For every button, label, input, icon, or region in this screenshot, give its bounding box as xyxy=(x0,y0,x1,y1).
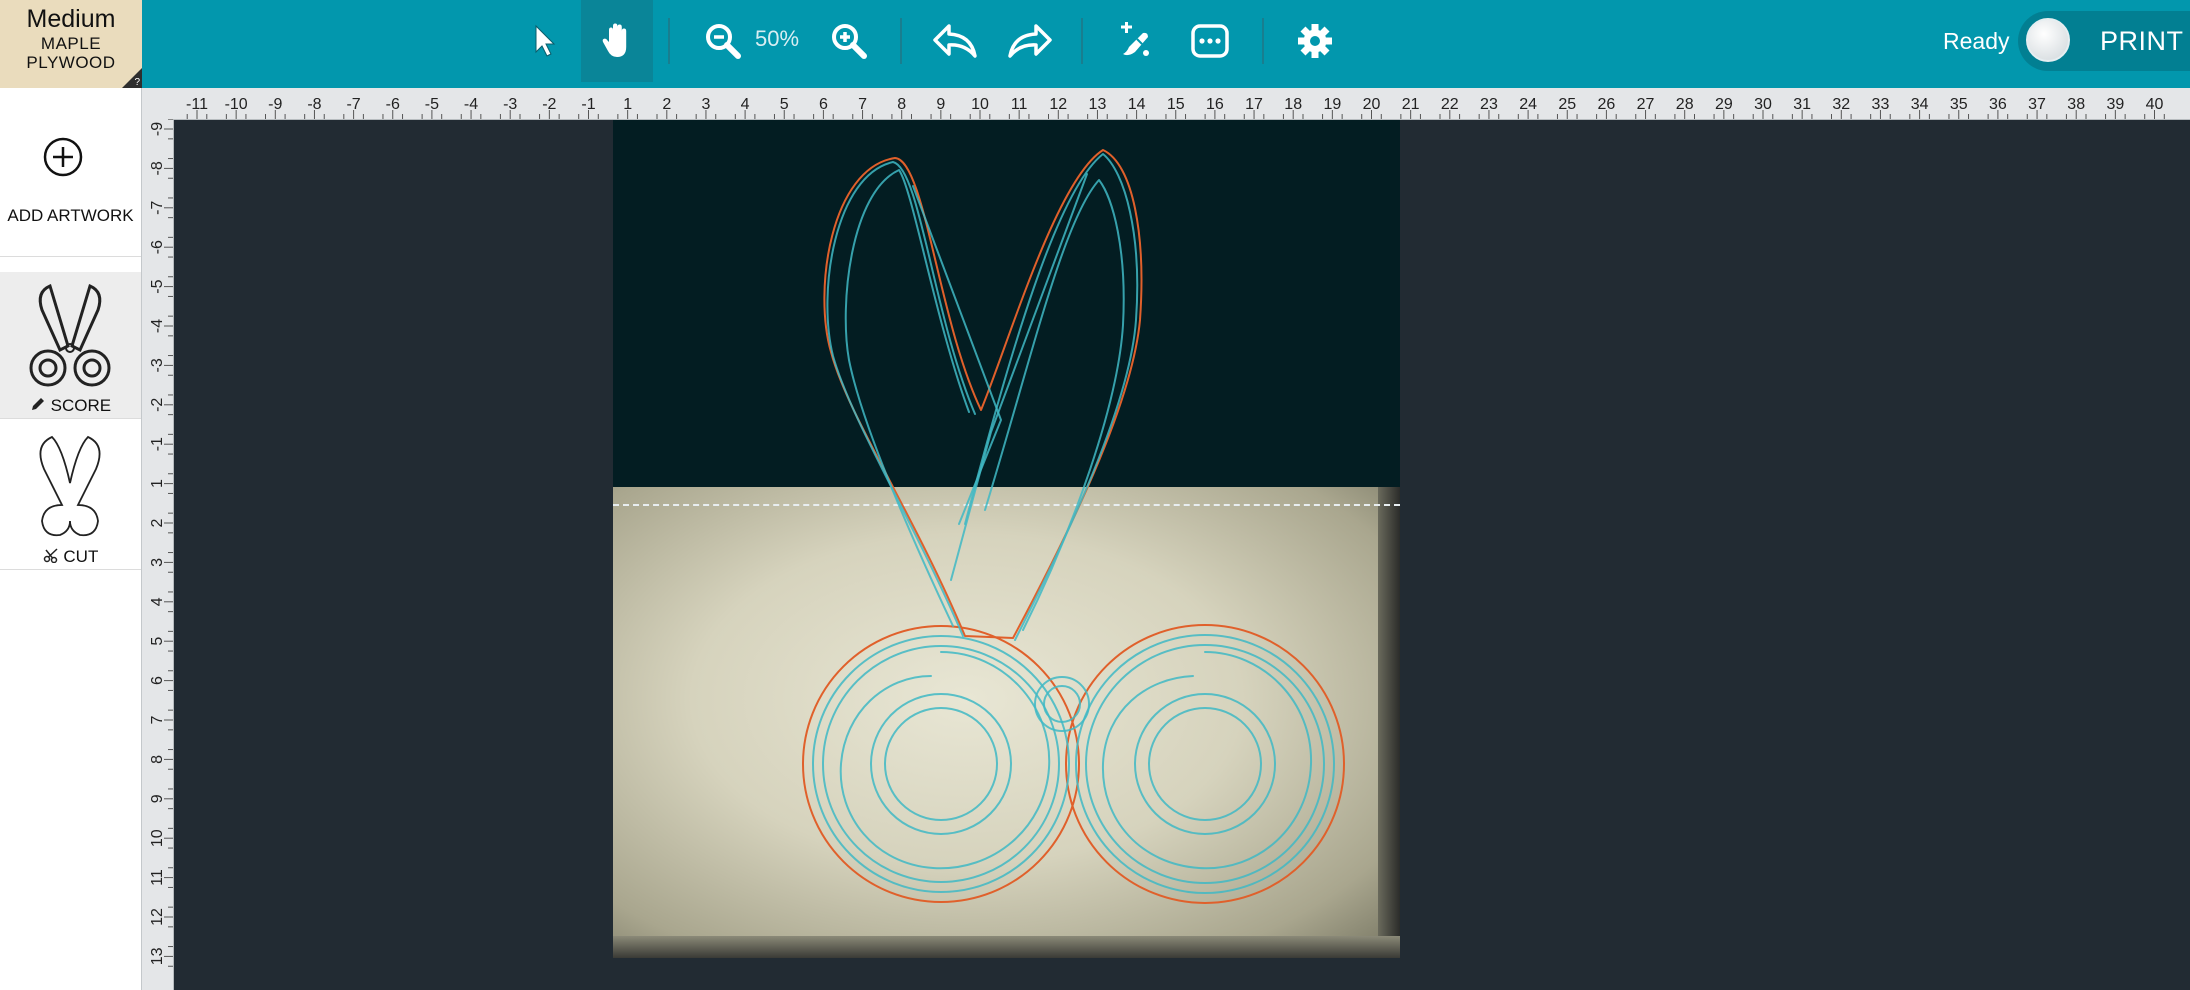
undo-icon xyxy=(933,24,977,58)
layer-score[interactable]: SCORE xyxy=(0,272,141,419)
scissors-right-hole-outer xyxy=(1134,693,1276,835)
ruler-label: -8 xyxy=(149,161,166,175)
magic-tool-button[interactable] xyxy=(1110,0,1160,82)
ruler-label: 12 xyxy=(149,908,166,926)
toolbar-divider xyxy=(668,18,670,64)
ruler-label: -6 xyxy=(149,240,166,254)
ruler-label: 13 xyxy=(149,947,166,965)
ruler-label: -2 xyxy=(149,398,166,412)
scissors-left-blade-edge xyxy=(912,185,1002,525)
scissors-right-ring-outer xyxy=(1075,634,1335,894)
redo-icon xyxy=(1008,24,1052,58)
scissors-right-blade-inner xyxy=(984,179,1125,631)
layer-score-text: SCORE xyxy=(50,396,112,415)
scissors-artwork[interactable] xyxy=(613,120,1400,958)
ruler-label: -7 xyxy=(149,201,166,215)
material-help-mark: ? xyxy=(134,77,140,88)
print-label: PRINT xyxy=(2100,26,2184,56)
scissors-right-hole-inner xyxy=(1148,707,1262,821)
ruler-label: 8 xyxy=(149,755,166,764)
scissors-right-blade-edge xyxy=(950,173,1088,581)
scissors-cut-outline xyxy=(823,149,1143,639)
zoom-out-icon xyxy=(706,24,741,59)
print-toggle-knob xyxy=(2026,18,2070,62)
ruler-label: -4 xyxy=(149,319,166,333)
add-circle-icon xyxy=(43,137,83,177)
select-arrow-icon xyxy=(535,24,556,57)
toolbar-divider xyxy=(1081,18,1083,64)
ruler-label: 9 xyxy=(149,794,166,803)
zoom-level: 50% xyxy=(755,26,800,51)
layer-cut[interactable]: CUT xyxy=(0,423,141,570)
hand-icon xyxy=(602,23,627,57)
scissors-left-ring-outer xyxy=(812,635,1070,893)
ruler-label: 5 xyxy=(149,637,166,646)
layer-score-label: SCORE xyxy=(0,396,141,417)
horizontal-ruler: -11 -10 -9 -8 -7 -6 -5 -4 -3 -2 -1 1 2 3 4 5 6 7 8 9 10 11 12 1… xyxy=(142,88,2190,120)
select-tool-button[interactable] xyxy=(520,0,570,82)
ruler-label: 7 xyxy=(149,715,166,724)
more-options-button[interactable] xyxy=(1185,0,1235,82)
print-button[interactable]: PRINT xyxy=(2018,11,2190,71)
settings-button[interactable] xyxy=(1290,0,1340,82)
ruler-label: 10 xyxy=(149,829,166,847)
horizontal-ruler-ticks: -11 -10 -9 -8 -7 -6 -5 -4 -3 -2 -1 1 2 3 4 5 6 7 8 9 10 11 12 1… xyxy=(186,96,2165,119)
ruler-label: -3 xyxy=(149,358,166,372)
top-toolbar: Medium MAPLE PLYWOOD ? 50% Ready PRINT xyxy=(0,0,2190,88)
ruler-label: -9 xyxy=(149,122,166,136)
ruler-label: 2 xyxy=(149,518,166,527)
scissors-left-hole-inner xyxy=(884,707,998,821)
ruler-label: 11 xyxy=(149,869,166,886)
material-size: Medium xyxy=(26,5,116,33)
layer-cut-label: CUT xyxy=(0,547,141,568)
zoom-in-button[interactable] xyxy=(826,0,872,82)
zoom-out-button[interactable] xyxy=(700,0,746,82)
redo-button[interactable] xyxy=(1003,0,1057,82)
hand-tool-button[interactable] xyxy=(581,0,653,82)
scissors-left-blade-inner xyxy=(844,169,970,627)
score-thumbnail-icon xyxy=(29,283,111,387)
scissors-icon xyxy=(43,547,59,568)
ruler-label: 3 xyxy=(149,558,166,567)
ruler-label: -1 xyxy=(149,437,166,451)
gear-icon xyxy=(1298,24,1332,58)
material-name-line2: PLYWOOD xyxy=(26,53,116,72)
left-sidebar: ADD ARTWORK SCORE CUT xyxy=(0,88,142,990)
cut-thumbnail-icon xyxy=(39,435,101,537)
layer-cut-text: CUT xyxy=(63,547,99,566)
scissors-right-ring-mid xyxy=(1085,644,1325,884)
ruler-label: 6 xyxy=(149,676,166,685)
scissors-left-blade-outer xyxy=(826,161,976,637)
toolbar-divider xyxy=(900,18,902,64)
scissors-cut-left-ring xyxy=(802,625,1080,903)
scissors-left-hole-outer xyxy=(870,693,1012,835)
ruler-label: 1 xyxy=(149,479,166,488)
vertical-ruler: -9 -8 -7 -6 -5 -4 -3 -2 -1 1 2 3 4 5 6 7 8 9 10 11 12 13 xyxy=(142,119,174,990)
ruler-label: 4 xyxy=(149,597,166,606)
material-name-line1: MAPLE xyxy=(40,34,102,53)
more-icon xyxy=(1191,24,1229,58)
undo-button[interactable] xyxy=(928,0,982,82)
scissors-left-ring-mid xyxy=(822,645,1060,883)
vertical-ruler-ticks: -9-8-7-6-5-4-3-2-112345678910111213 xyxy=(149,119,173,967)
add-artwork-button[interactable]: ADD ARTWORK xyxy=(0,88,141,257)
scissors-cut-right-ring xyxy=(1065,624,1345,904)
toolbar-divider xyxy=(1262,18,1264,64)
pencil-icon xyxy=(30,396,46,417)
zoom-in-icon xyxy=(832,24,867,59)
ruler-label: -5 xyxy=(149,279,166,293)
add-artwork-label: ADD ARTWORK xyxy=(7,206,134,225)
material-selector[interactable]: Medium MAPLE PLYWOOD ? xyxy=(0,0,142,88)
machine-status: Ready xyxy=(1943,28,2010,54)
magic-tool-icon xyxy=(1121,22,1149,56)
